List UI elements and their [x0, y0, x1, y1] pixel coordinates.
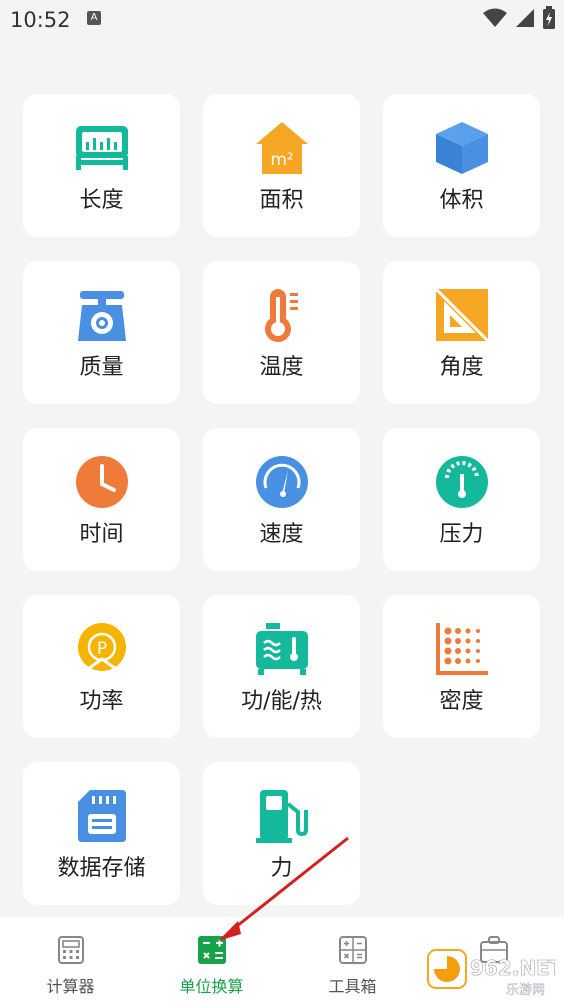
tab-label: 单位换算 [179, 977, 244, 996]
speedometer-icon [255, 456, 308, 508]
card-label: 长度 [79, 188, 124, 213]
thermometer-icon [264, 289, 298, 342]
card-label: 速度 [259, 522, 304, 547]
card-power[interactable]: P 功率 [23, 595, 180, 738]
battery-icon [543, 6, 555, 29]
card-energy[interactable]: 功/能/热 [203, 595, 360, 738]
card-label: 角度 [439, 355, 484, 380]
card-label: 体积 [439, 188, 484, 213]
scale-icon [77, 291, 126, 341]
clock-icon [75, 456, 128, 508]
fuel-pump-icon [255, 790, 308, 843]
tab-calculator[interactable]: 计算器 [0, 917, 141, 1004]
calculator-icon [57, 936, 84, 964]
area-unit-text: m² [270, 150, 293, 170]
toolbox-icon [338, 936, 367, 964]
ruler-icon [75, 126, 128, 170]
house-area-icon: m² [255, 122, 308, 174]
tab-label: 工具箱 [328, 977, 377, 996]
card-label: 功率 [79, 689, 124, 714]
status-bar: 10:52 A [0, 0, 564, 40]
card-label: 力 [270, 856, 293, 881]
card-label: 温度 [259, 355, 304, 380]
card-label: 面积 [259, 188, 304, 213]
power-icon: P [77, 623, 126, 671]
watermark-main-text: 962.NET [470, 956, 556, 980]
card-mass[interactable]: 质量 [23, 261, 180, 404]
card-angle[interactable]: 角度 [383, 261, 540, 404]
signal-icon [516, 9, 534, 27]
card-pressure[interactable]: 压力 [383, 428, 540, 571]
tab-toolbox[interactable]: 工具箱 [282, 917, 423, 1004]
cube-icon [435, 122, 488, 174]
status-time: 10:52 [10, 8, 71, 32]
tab-unit-conversion[interactable]: 单位换算 [141, 917, 282, 1004]
card-time[interactable]: 时间 [23, 428, 180, 571]
card-force[interactable]: 力 [203, 762, 360, 905]
watermark-logo: 962.NET 乐游网 [427, 949, 556, 998]
wifi-icon [483, 8, 507, 27]
unit-grid: 长度 m² 面积 体积 质量 温度 角度 时间 速度 压力 P 功率 功/能/热… [23, 94, 540, 905]
card-area[interactable]: m² 面积 [203, 94, 360, 237]
card-speed[interactable]: 速度 [203, 428, 360, 571]
sd-card-icon [77, 790, 126, 842]
notification-icon: A [87, 11, 101, 25]
card-label: 功/能/热 [241, 689, 322, 714]
pressure-gauge-icon [435, 456, 488, 508]
card-label: 数据存储 [57, 856, 146, 881]
card-density[interactable]: 密度 [383, 595, 540, 738]
boiler-icon [255, 623, 308, 675]
status-icons [482, 6, 556, 30]
card-label: 压力 [439, 522, 484, 547]
watermark-sub-text: 乐游网 [506, 983, 545, 998]
card-data-storage[interactable]: 数据存储 [23, 762, 180, 905]
density-dots-icon [435, 623, 488, 675]
set-square-icon [434, 287, 489, 343]
power-symbol-text: P [96, 639, 106, 659]
card-label: 时间 [79, 522, 124, 547]
card-label: 密度 [439, 689, 484, 714]
tab-label: 计算器 [46, 977, 95, 996]
card-label: 质量 [79, 355, 124, 380]
card-temperature[interactable]: 温度 [203, 261, 360, 404]
card-length[interactable]: 长度 [23, 94, 180, 237]
unit-conversion-icon [197, 936, 226, 964]
card-volume[interactable]: 体积 [383, 94, 540, 237]
